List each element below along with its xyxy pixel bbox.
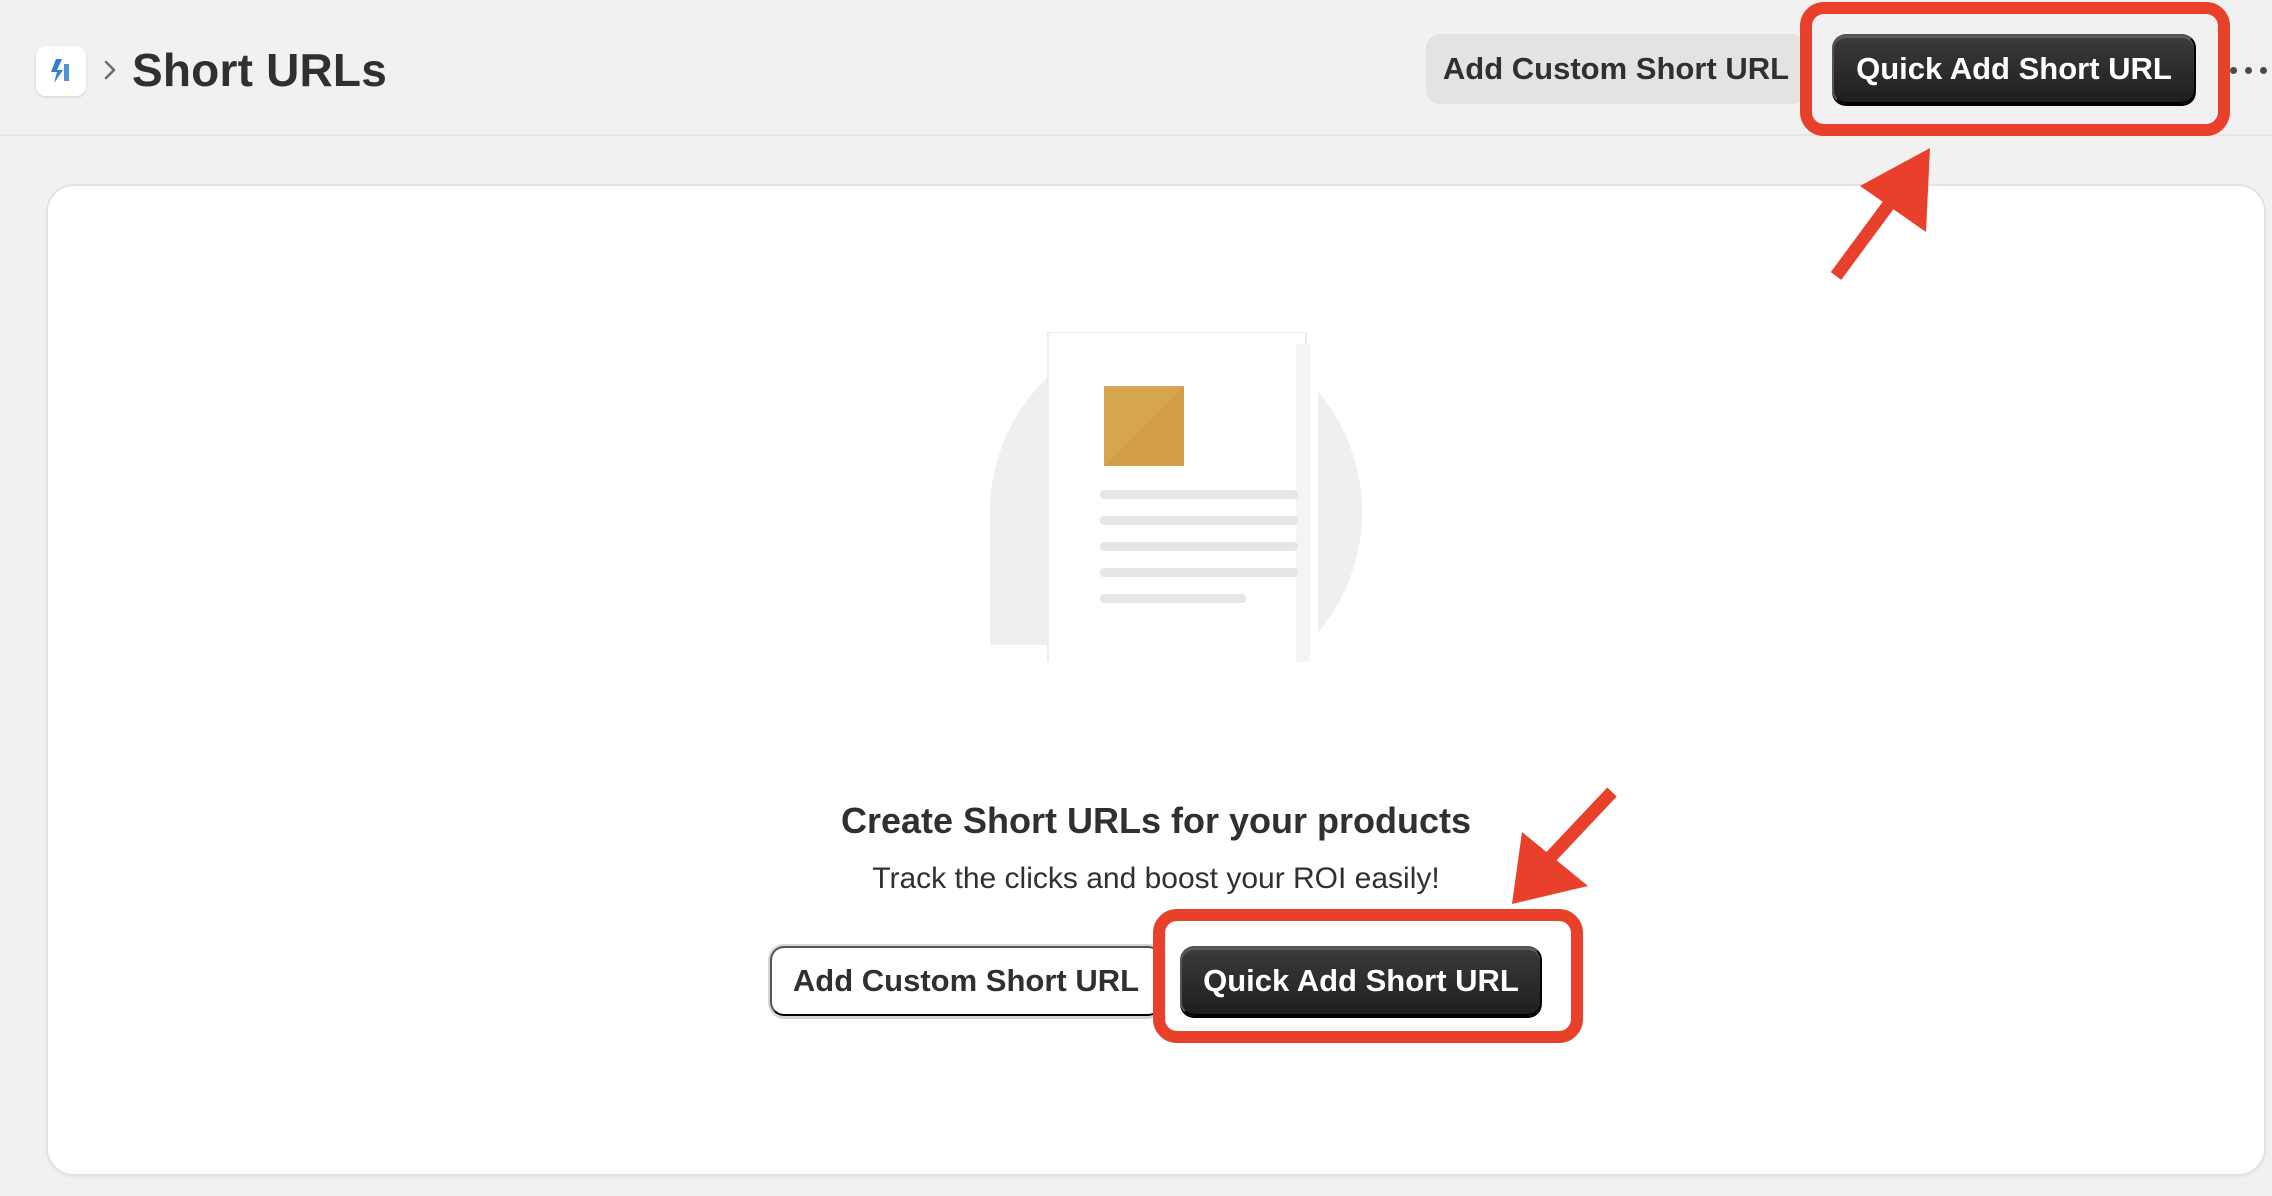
page-header: Short URLs Add Custom Short URL Quick Ad… xyxy=(0,0,2272,136)
more-dot xyxy=(2260,66,2267,74)
quick-add-short-url-button[interactable]: Quick Add Short URL xyxy=(1832,34,2196,104)
more-horizontal-icon[interactable] xyxy=(2230,50,2272,90)
chevron-right-icon xyxy=(100,50,120,90)
document-illustration xyxy=(966,326,1386,698)
quick-add-short-url-button-secondary[interactable]: Quick Add Short URL xyxy=(1180,946,1542,1016)
empty-state-heading: Create Short URLs for your products xyxy=(840,800,1472,841)
more-dot xyxy=(2245,66,2252,74)
add-custom-short-url-button-secondary[interactable]: Add Custom Short URL xyxy=(770,946,1162,1016)
empty-state-card: Create Short URLs for your products Trac… xyxy=(48,186,2264,1174)
empty-state-subheading: Track the clicks and boost your ROI easi… xyxy=(872,862,1440,895)
app-logo-icon[interactable] xyxy=(36,46,86,96)
page-title: Short URLs xyxy=(132,44,387,96)
page: Short URLs Add Custom Short URL Quick Ad… xyxy=(0,0,2272,1196)
more-dot xyxy=(2230,66,2237,74)
add-custom-short-url-button[interactable]: Add Custom Short URL xyxy=(1426,34,1806,104)
